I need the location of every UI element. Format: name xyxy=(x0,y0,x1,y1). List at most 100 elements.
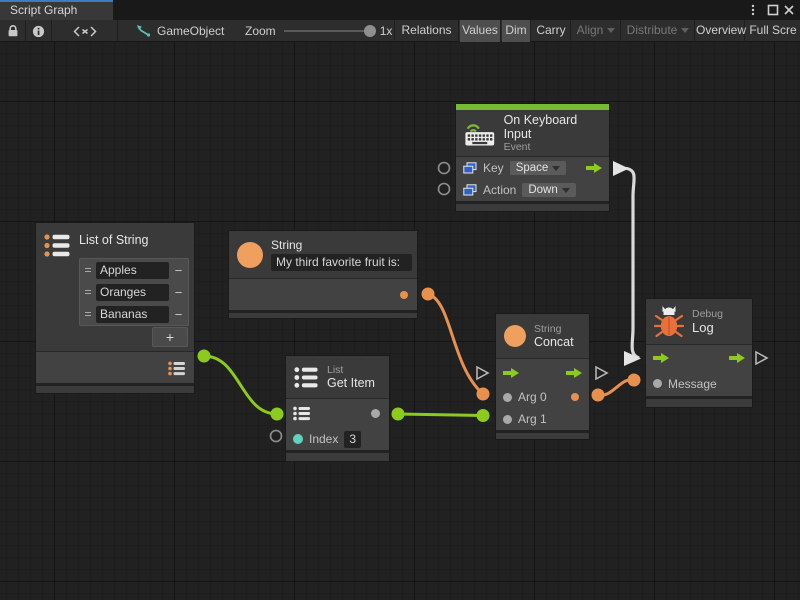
value-wire-getitem-to-concat[interactable] xyxy=(398,414,483,416)
node-debug-log[interactable]: Debug Log Message xyxy=(645,298,753,408)
arg1-row: Arg 1 xyxy=(496,408,589,430)
distribute-button[interactable]: Distribute xyxy=(622,20,695,42)
key-dropdown-value: Space xyxy=(516,162,549,174)
wire-cap[interactable] xyxy=(271,408,284,421)
node-footer xyxy=(286,450,389,461)
dim-button[interactable]: Dim xyxy=(502,20,531,42)
distribute-label: Distribute xyxy=(627,23,678,37)
flow-output-port[interactable] xyxy=(566,368,583,378)
chevron-down-icon xyxy=(607,28,615,33)
key-port-row: Key Space xyxy=(456,157,609,179)
unconnected-input-key[interactable] xyxy=(439,163,450,174)
flow-row xyxy=(646,345,752,371)
zoom-slider-thumb[interactable] xyxy=(364,25,376,37)
node-footer xyxy=(646,396,752,407)
value-wire-list-to-getitem[interactable] xyxy=(204,356,277,414)
flow-input-port[interactable] xyxy=(503,368,520,378)
node-title: List of String xyxy=(79,229,148,247)
flow-output-port[interactable] xyxy=(729,353,746,363)
list-icon xyxy=(294,366,319,389)
list-item-field[interactable]: Apples xyxy=(96,262,169,279)
node-concat[interactable]: String Concat Arg 0 xyxy=(495,313,590,440)
value-wire-string-to-concat[interactable] xyxy=(428,294,483,394)
lock-button[interactable] xyxy=(0,20,26,42)
list-output-row xyxy=(36,351,194,383)
window-close-icon[interactable] xyxy=(782,3,796,17)
list-item-field[interactable]: Oranges xyxy=(96,284,169,301)
drag-handle-icon[interactable]: = xyxy=(80,307,96,321)
index-field[interactable]: 3 xyxy=(344,431,361,448)
drag-handle-icon[interactable]: = xyxy=(80,285,96,299)
node-string-literal[interactable]: String My third favorite fruit is: xyxy=(228,230,418,319)
unconnected-input-action[interactable] xyxy=(439,184,450,195)
wire-cap[interactable] xyxy=(628,374,641,387)
enum-icon xyxy=(463,162,477,174)
wire-cap[interactable] xyxy=(477,409,490,422)
relations-button[interactable]: Relations xyxy=(394,20,459,42)
index-row: Index 3 xyxy=(286,428,389,450)
wire-cap[interactable] xyxy=(422,288,435,301)
message-input-port[interactable] xyxy=(653,379,662,388)
wire-cap[interactable] xyxy=(198,350,211,363)
list-glyph-port[interactable] xyxy=(293,406,311,421)
unconnected-input-index[interactable] xyxy=(271,431,282,442)
window-menu-icon[interactable] xyxy=(746,3,760,17)
string-output-port[interactable] xyxy=(400,291,408,299)
graph-owner-section[interactable]: GameObject xyxy=(118,20,224,42)
action-port-row: Action Down xyxy=(456,179,609,201)
unconnected-flow-out-concat[interactable] xyxy=(596,367,607,379)
value-wire-concat-to-log[interactable] xyxy=(598,380,634,396)
action-dropdown-value: Down xyxy=(528,184,557,196)
node-title: Concat xyxy=(534,335,574,349)
flow-wire-keyboard-to-log[interactable] xyxy=(627,169,638,358)
unconnected-flow-in-concat[interactable] xyxy=(477,367,488,379)
zoom-label: Zoom xyxy=(245,24,276,38)
unconnected-flow-out-log[interactable] xyxy=(756,352,767,364)
node-footer xyxy=(36,383,194,393)
carry-button[interactable]: Carry xyxy=(532,20,571,42)
wire-cap[interactable] xyxy=(392,408,405,421)
window-maximize-icon[interactable] xyxy=(766,3,780,17)
overview-button[interactable]: Overview xyxy=(696,20,745,42)
node-title: Log xyxy=(692,320,723,335)
values-button[interactable]: Values xyxy=(460,20,501,42)
info-button[interactable] xyxy=(26,20,52,42)
remove-item-button[interactable]: − xyxy=(169,285,188,300)
node-list-of-string[interactable]: List of String = Apples − = Oranges − = xyxy=(35,222,195,394)
align-button[interactable]: Align xyxy=(572,20,621,42)
node-footer xyxy=(456,201,609,211)
item-output-port[interactable] xyxy=(371,409,380,418)
arg0-input-port[interactable] xyxy=(503,393,512,402)
wire-cap[interactable] xyxy=(477,388,490,401)
action-dropdown[interactable]: Down xyxy=(522,183,575,197)
drag-handle-icon[interactable]: = xyxy=(80,263,96,277)
key-dropdown[interactable]: Space xyxy=(510,161,567,175)
zoom-control: Zoom 1x xyxy=(245,20,392,42)
flow-input-port[interactable] xyxy=(653,353,670,363)
remove-item-button[interactable]: − xyxy=(169,307,188,322)
info-icon xyxy=(32,25,45,38)
zoom-slider[interactable] xyxy=(284,30,372,32)
node-on-keyboard-input[interactable]: On Keyboard Input Event Key Space xyxy=(455,103,610,212)
list-item-row: = Oranges − xyxy=(80,281,188,303)
remove-item-button[interactable]: − xyxy=(169,263,188,278)
fullscreen-button[interactable]: Full Scre xyxy=(746,20,800,42)
tab-script-graph[interactable]: Script Graph xyxy=(0,0,113,20)
graph-canvas[interactable]: On Keyboard Input Event Key Space xyxy=(0,42,800,600)
node-get-item[interactable]: List Get Item Index 3 xyxy=(285,355,390,462)
code-button[interactable] xyxy=(52,20,118,42)
gameobject-icon xyxy=(136,24,151,38)
list-glyph-port[interactable] xyxy=(168,361,186,376)
index-input-port[interactable] xyxy=(293,434,303,444)
flow-wire-end-cap[interactable] xyxy=(624,351,641,366)
result-output-port[interactable] xyxy=(571,393,579,401)
arg1-input-port[interactable] xyxy=(503,415,512,424)
wire-cap[interactable] xyxy=(592,389,605,402)
string-value-field[interactable]: My third favorite fruit is: xyxy=(271,254,412,271)
action-label: Action xyxy=(483,183,516,197)
flow-output-port[interactable] xyxy=(586,163,603,173)
list-item-field[interactable]: Bananas xyxy=(96,306,169,323)
flow-wire-start-cap[interactable] xyxy=(613,161,629,176)
add-item-button[interactable]: + xyxy=(152,327,188,347)
graph-toolbar: GameObject Zoom 1x Relations Values Dim … xyxy=(0,20,800,42)
